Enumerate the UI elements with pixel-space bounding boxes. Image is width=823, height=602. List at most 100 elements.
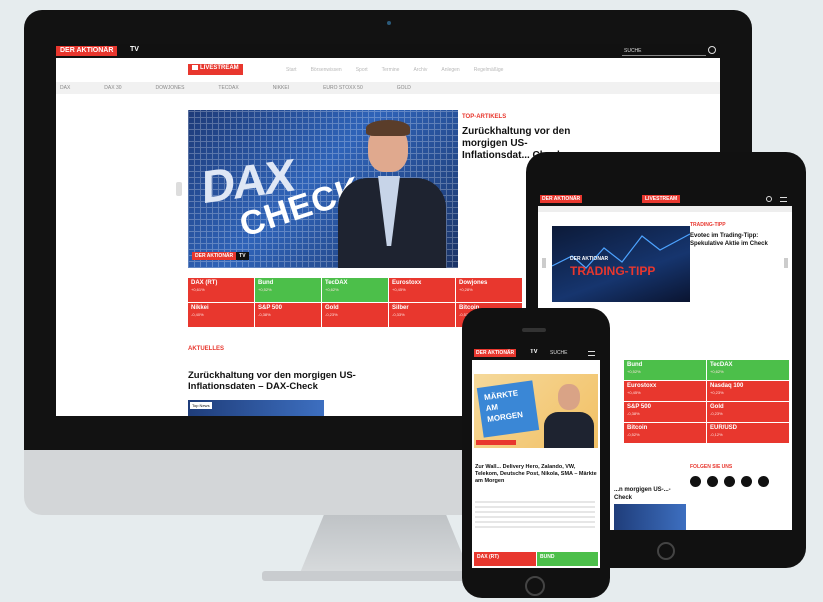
- tablet-search-icon[interactable]: [766, 196, 772, 202]
- market-cell[interactable]: S&P 500 -0,38%: [255, 303, 321, 327]
- ticker-bar: DAX DAX 30 DOWJONES TECDAX NIKKEI EURO S…: [56, 82, 720, 94]
- tablet-market-cell[interactable]: Eurostoxx +0,45%: [624, 381, 706, 401]
- aktuelles-headline[interactable]: Zurückhaltung vor den morgigen US-Inflat…: [188, 370, 408, 392]
- nav-item[interactable]: Start: [286, 67, 297, 73]
- phone-market-left[interactable]: DAX (RT): [474, 552, 536, 566]
- phone-hero-image[interactable]: MÄRKTE AM MORGEN: [474, 374, 598, 448]
- market-name: Eurostoxx: [392, 280, 422, 286]
- nav-item[interactable]: Termine: [382, 67, 400, 73]
- phone-menu-icon[interactable]: [588, 351, 595, 356]
- linkedin-icon[interactable]: [758, 476, 769, 487]
- ticker-item[interactable]: NIKKEI: [273, 85, 289, 91]
- phone-brand[interactable]: DER AKTIONÄR: [474, 349, 517, 357]
- tablet-menu-icon[interactable]: [780, 197, 787, 202]
- hero-brand: DER AKTIONÄR: [192, 252, 237, 260]
- market-change: +0,62%: [710, 369, 724, 374]
- tablet-next-arrow[interactable]: [784, 258, 788, 268]
- tablet-market-cell[interactable]: Bitcoin -0,52%: [624, 423, 706, 443]
- market-cell[interactable]: Gold -0,23%: [322, 303, 388, 327]
- nav-item[interactable]: Anlegen: [441, 67, 459, 73]
- market-name: Eurostoxx: [627, 383, 657, 389]
- search-label[interactable]: SUCHE: [624, 48, 642, 54]
- tablet-market-cell[interactable]: Nasdaq 100 +0,23%: [707, 381, 789, 401]
- market-cell[interactable]: Nikkei -0,40%: [188, 303, 254, 327]
- carousel-prev-arrow[interactable]: [176, 182, 182, 196]
- tablet-subhead[interactable]: ...n morgigen US-...-Check: [614, 486, 684, 502]
- nav-item[interactable]: Sport: [356, 67, 368, 73]
- ticker-item[interactable]: DAX: [60, 85, 70, 91]
- market-name: Gold: [710, 404, 724, 410]
- market-name: Nikkei: [191, 305, 209, 311]
- phone-text-lines: [475, 498, 595, 528]
- hero-brand-strip: DER AKTIONÄR TV: [192, 252, 249, 260]
- ticker-item[interactable]: EURO STOXX 50: [323, 85, 363, 91]
- market-cell[interactable]: TecDAX +0,62%: [322, 278, 388, 302]
- market-cell[interactable]: Dowjones +0,28%: [456, 278, 522, 302]
- hero-brand-tv: TV: [236, 252, 249, 260]
- search-input[interactable]: [622, 55, 706, 56]
- phone-headline[interactable]: Zur Wall... Delivery Hero, Zalando, VW, …: [475, 464, 597, 485]
- tablet-livestream[interactable]: LIVESTREAM: [642, 195, 681, 203]
- tablet-thumbnail[interactable]: [614, 504, 686, 530]
- tablet-headline[interactable]: Evotec im Trading-Tipp: Spekulative Akti…: [690, 232, 782, 248]
- market-cell[interactable]: Bund +0,52%: [255, 278, 321, 302]
- twitter-icon[interactable]: [707, 476, 718, 487]
- market-change: -0,52%: [627, 432, 640, 437]
- market-name: S&P 500: [627, 404, 651, 410]
- market-name: DAX (RT): [191, 280, 218, 286]
- market-cell[interactable]: Eurostoxx +0,45%: [389, 278, 455, 302]
- ticker-item[interactable]: TECDAX: [218, 85, 238, 91]
- nav-item[interactable]: Börsenwissen: [311, 67, 342, 73]
- ticker-item[interactable]: GOLD: [397, 85, 411, 91]
- tablet-social-label: FOLGEN SIE UNS: [690, 464, 733, 470]
- tablet-market-cell[interactable]: Bund +0,52%: [624, 360, 706, 380]
- search-icon[interactable]: [708, 46, 716, 54]
- tablet-prev-arrow[interactable]: [542, 258, 546, 268]
- nav-item[interactable]: Archiv: [413, 67, 427, 73]
- presenter-hair: [366, 120, 410, 136]
- market-change: -0,38%: [627, 411, 640, 416]
- tablet-hero-image[interactable]: DER AKTIONÄR TRADING-TIPP: [552, 226, 690, 302]
- market-change: -0,38%: [258, 312, 271, 317]
- phone-home-button[interactable]: [525, 576, 545, 596]
- phone-market-right[interactable]: BUND: [537, 552, 598, 566]
- hero-image[interactable]: DAX CHECK DER AKTIONÄR TV: [188, 110, 458, 268]
- brand-logo[interactable]: DER AKTIONÄR: [56, 46, 118, 56]
- market-name: Bitcoin: [627, 425, 648, 431]
- instagram-icon[interactable]: [724, 476, 735, 487]
- phone-hero-line: AM: [485, 402, 499, 414]
- tablet-hero-brand: DER AKTIONÄR: [570, 256, 609, 262]
- market-change: -0,33%: [392, 312, 405, 317]
- nav-row: LIVESTREAM Start Börsenwissen Sport Term…: [56, 58, 720, 80]
- livestream-button[interactable]: LIVESTREAM: [188, 64, 243, 75]
- market-name: Bund: [627, 362, 643, 368]
- market-change: +0,28%: [459, 287, 473, 292]
- tablet-market-cell[interactable]: Gold -0,23%: [707, 402, 789, 422]
- tablet-market-cell[interactable]: S&P 500 -0,38%: [624, 402, 706, 422]
- livestream-label: LIVESTREAM: [200, 65, 239, 72]
- ticker-item[interactable]: DOWJONES: [156, 85, 185, 91]
- aktuelles-thumbnail[interactable]: Top News: [188, 400, 324, 416]
- market-name: S&P 500: [258, 305, 282, 311]
- tablet-market-cell[interactable]: TecDAX +0,62%: [707, 360, 789, 380]
- tablet-market-cell[interactable]: EUR/USD -0,12%: [707, 423, 789, 443]
- tablet-home-button[interactable]: [657, 542, 675, 560]
- phone-presenter-head: [558, 384, 580, 410]
- youtube-icon[interactable]: [741, 476, 752, 487]
- tablet-brand[interactable]: DER AKTIONÄR: [540, 195, 583, 203]
- monitor-camera: [387, 21, 391, 25]
- play-icon: [192, 65, 198, 70]
- market-change: -0,40%: [191, 312, 204, 317]
- market-change: +0,23%: [710, 390, 724, 395]
- market-cell[interactable]: Silber -0,33%: [389, 303, 455, 327]
- monitor-neck: [300, 515, 470, 573]
- phone-top-bar: DER AKTIONÄR TV SUCHE: [472, 346, 600, 360]
- phone-search[interactable]: SUCHE: [550, 350, 568, 356]
- market-change: -0,23%: [325, 312, 338, 317]
- phone-hero-sign: MÄRKTE AM MORGEN: [476, 380, 540, 438]
- market-cell[interactable]: DAX (RT) +0,61%: [188, 278, 254, 302]
- nav-item[interactable]: Regelmäßige: [474, 67, 504, 73]
- facebook-icon[interactable]: [690, 476, 701, 487]
- tablet-section-label: TRADING-TIPP: [690, 222, 726, 228]
- ticker-item[interactable]: DAX 30: [104, 85, 121, 91]
